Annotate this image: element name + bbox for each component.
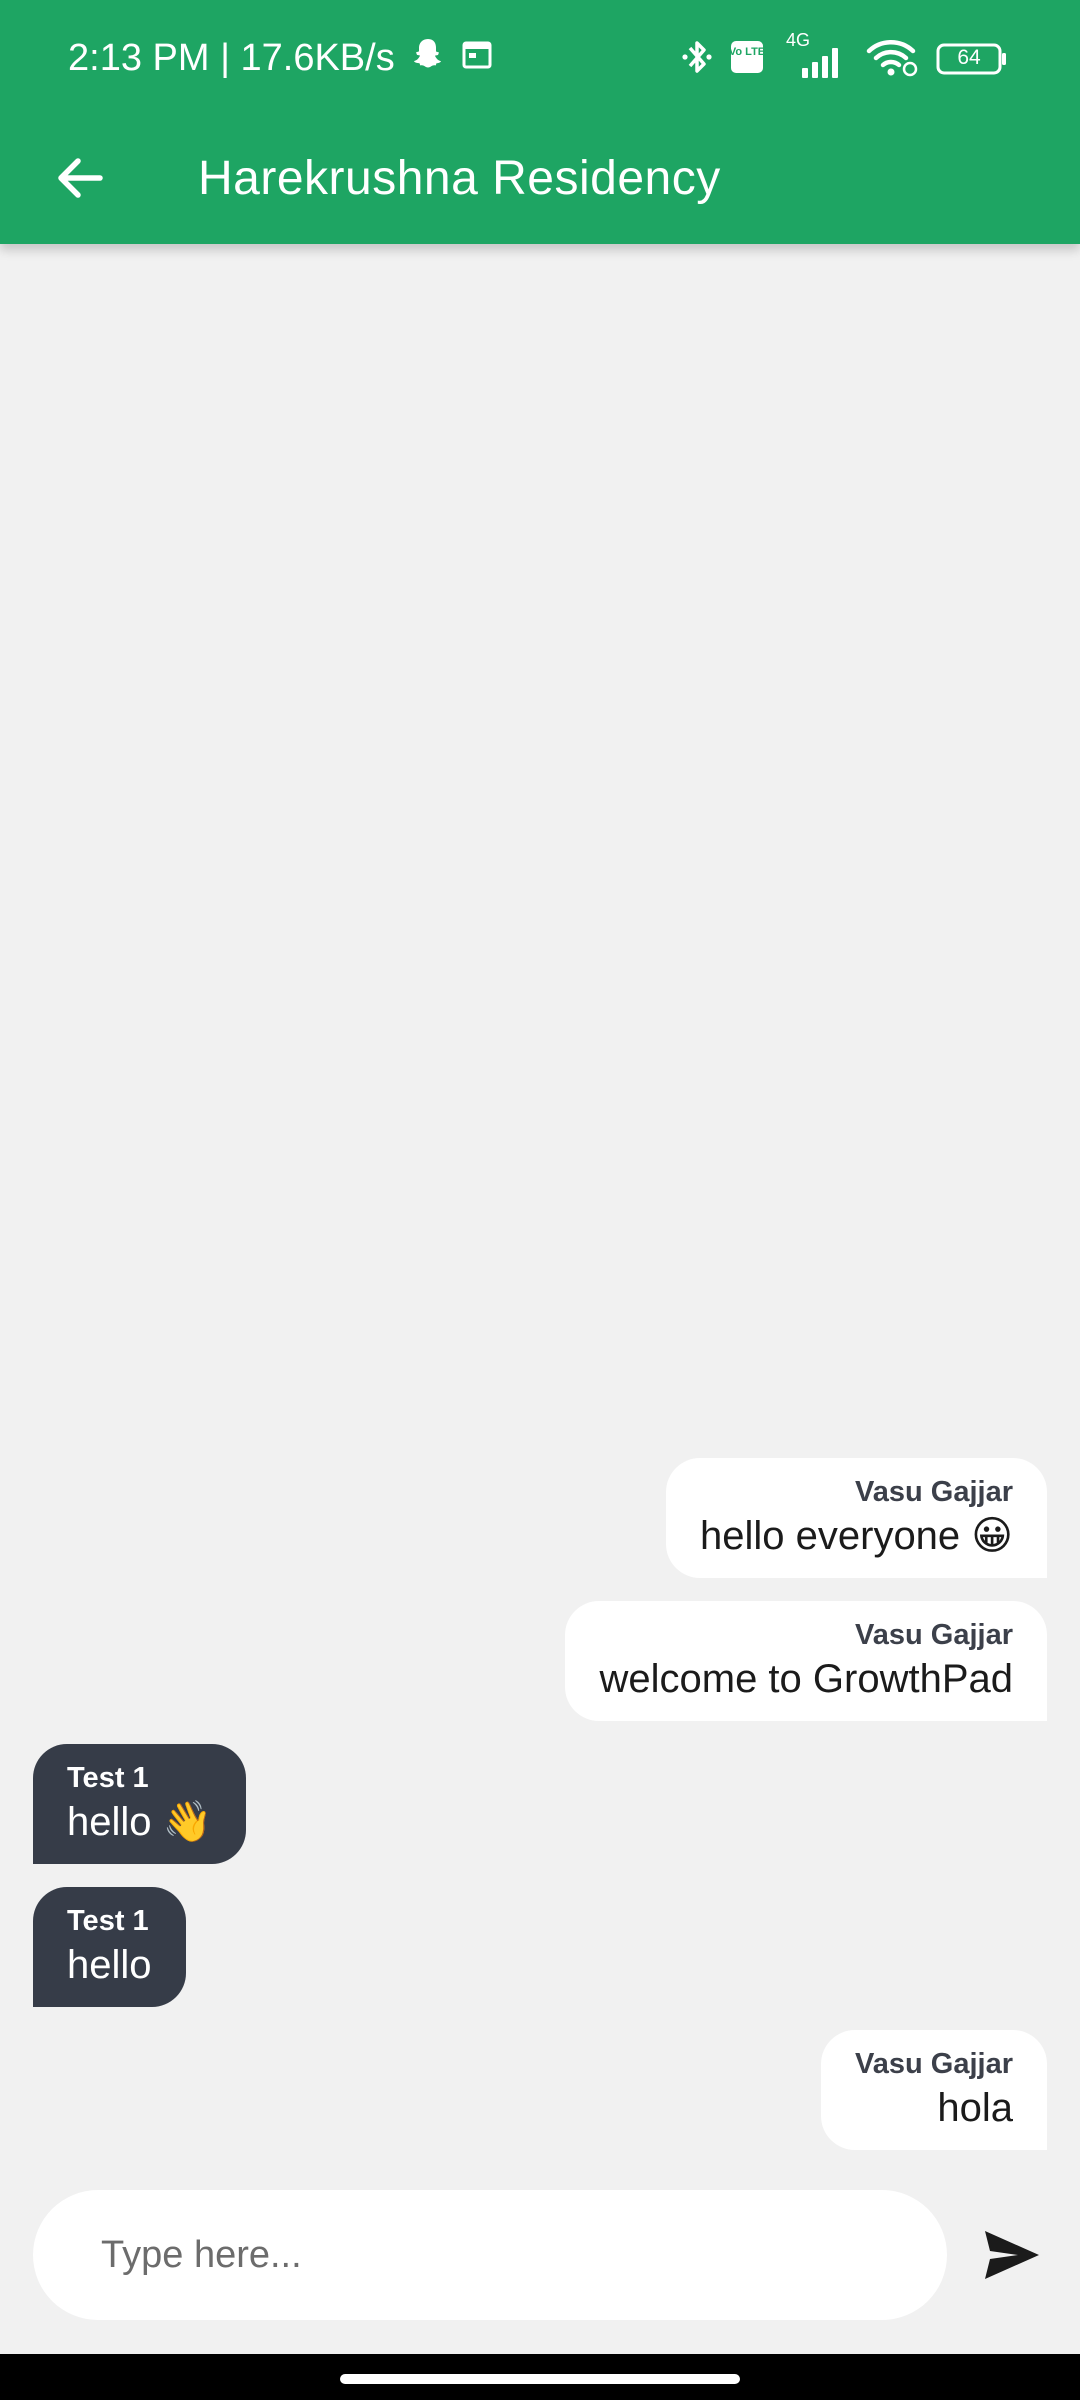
signal-icon: 4G bbox=[782, 30, 848, 82]
message-text: hello everyone 😀 bbox=[700, 1514, 1013, 1558]
message-text: hello 👋 bbox=[67, 1800, 213, 1844]
page-title: Harekrushna Residency bbox=[198, 152, 721, 205]
message-bubble[interactable]: Vasu Gajjar hola bbox=[821, 2030, 1047, 2150]
message-bubble[interactable]: Test 1 hello bbox=[33, 1887, 186, 2007]
arrow-left-icon bbox=[58, 158, 103, 198]
message-sender: Vasu Gajjar bbox=[855, 1619, 1013, 1651]
message-sender: Vasu Gajjar bbox=[855, 2048, 1013, 2080]
battery-icon: 64 bbox=[936, 42, 1008, 76]
back-button[interactable] bbox=[40, 138, 120, 218]
status-time-speed: 2:13 PM | 17.6KB/s bbox=[68, 36, 395, 79]
message-sender: Test 1 bbox=[67, 1905, 149, 1937]
message-bubble[interactable]: Test 1 hello 👋 bbox=[33, 1744, 247, 1864]
volte-icon: Vo LTE bbox=[729, 40, 765, 79]
message-text: hola bbox=[937, 2086, 1013, 2130]
toolbar: Harekrushna Residency bbox=[0, 116, 1080, 244]
bluetooth-icon bbox=[682, 36, 712, 83]
message-input[interactable] bbox=[99, 2232, 947, 2278]
calendar-icon bbox=[461, 37, 493, 80]
message-list[interactable]: Vasu Gajjar hello everyone 😀 Vasu Gajjar… bbox=[0, 244, 1080, 2150]
message-bubble[interactable]: Vasu Gajjar hello everyone 😀 bbox=[666, 1458, 1047, 1578]
send-icon bbox=[985, 2231, 1039, 2279]
message-text: hello bbox=[67, 1943, 152, 1987]
send-button[interactable] bbox=[972, 2220, 1052, 2290]
message-composer bbox=[33, 2190, 947, 2320]
navigation-bar bbox=[0, 2354, 1080, 2400]
status-bar: 2:13 PM | 17.6KB/s Vo LTE 4G 64 bbox=[0, 0, 1080, 116]
message-bubble[interactable]: Vasu Gajjar welcome to GrowthPad bbox=[565, 1601, 1047, 1721]
message-text: welcome to GrowthPad bbox=[599, 1657, 1013, 1701]
wifi-icon bbox=[866, 37, 918, 82]
svg-text:Vo LTE: Vo LTE bbox=[730, 46, 764, 58]
message-sender: Test 1 bbox=[67, 1762, 149, 1794]
app-header: 2:13 PM | 17.6KB/s Vo LTE 4G 64 Harekrus… bbox=[0, 0, 1080, 244]
message-sender: Vasu Gajjar bbox=[855, 1476, 1013, 1508]
status-left: 2:13 PM | 17.6KB/s bbox=[68, 28, 493, 88]
battery-level: 64 bbox=[957, 46, 981, 69]
snapchat-icon bbox=[411, 36, 445, 80]
status-icons: Vo LTE 4G 64 bbox=[682, 30, 1008, 84]
home-indicator[interactable] bbox=[340, 2374, 740, 2384]
